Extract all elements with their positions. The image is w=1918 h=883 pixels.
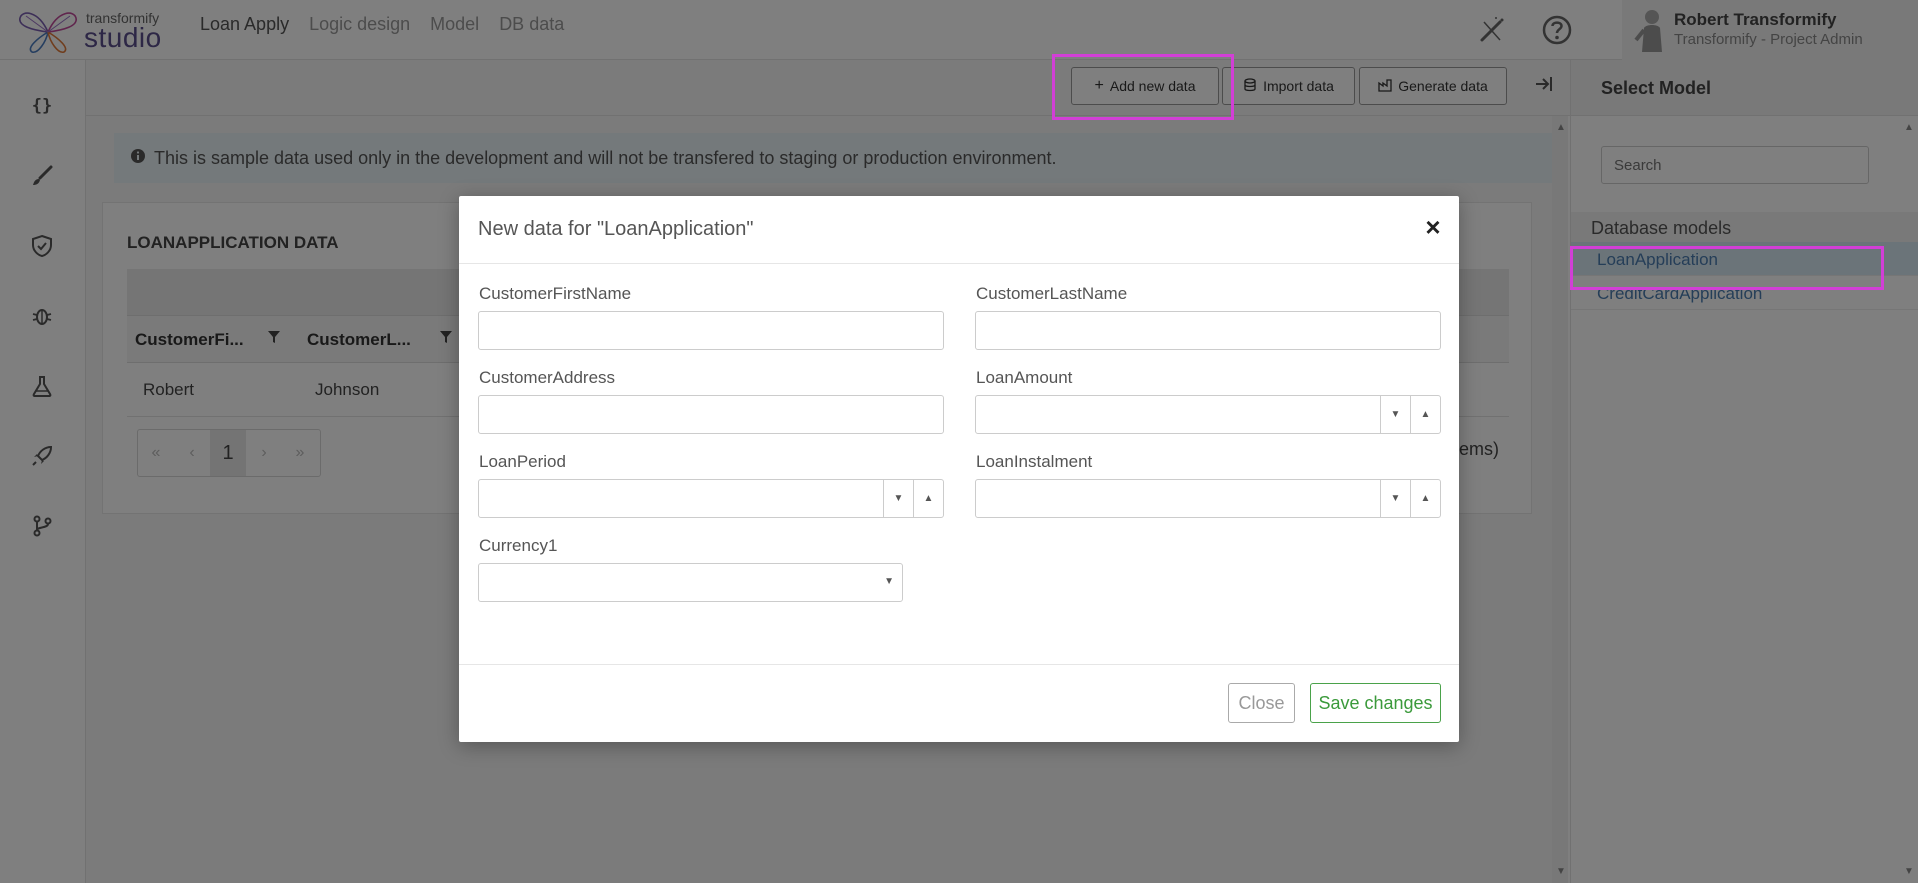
customer-last-name-input[interactable]	[975, 311, 1441, 350]
loan-instalment-input[interactable]	[976, 480, 1380, 517]
save-changes-button[interactable]: Save changes	[1310, 683, 1441, 723]
label-customer-last-name: CustomerLastName	[976, 284, 1128, 303]
increase-arrow-icon[interactable]: ▲	[1410, 480, 1440, 517]
new-data-modal: New data for "LoanApplication" × Custome…	[459, 196, 1459, 742]
highlight-box-add-new-data	[1052, 54, 1234, 120]
customer-address-input[interactable]	[478, 395, 944, 434]
modal-footer: Close Save changes	[459, 664, 1459, 742]
modal-title: New data for "LoanApplication"	[478, 218, 754, 240]
close-icon[interactable]: ×	[1421, 214, 1445, 240]
highlight-box-loanapplication	[1570, 246, 1884, 290]
loan-amount-stepper[interactable]: ▼ ▲	[975, 395, 1441, 434]
label-loan-instalment: LoanInstalment	[976, 452, 1093, 471]
decrease-arrow-icon[interactable]: ▼	[883, 480, 913, 517]
modal-header: New data for "LoanApplication" ×	[459, 196, 1459, 264]
label-customer-address: CustomerAddress	[479, 368, 616, 387]
increase-arrow-icon[interactable]: ▲	[1410, 396, 1440, 433]
increase-arrow-icon[interactable]: ▲	[913, 480, 943, 517]
label-loan-amount: LoanAmount	[976, 368, 1073, 387]
currency-select[interactable]: ▼	[478, 563, 903, 602]
decrease-arrow-icon[interactable]: ▼	[1380, 480, 1410, 517]
chevron-down-icon: ▼	[884, 576, 894, 587]
label-currency: Currency1	[479, 536, 558, 555]
loan-period-stepper[interactable]: ▼ ▲	[478, 479, 944, 518]
loan-amount-input[interactable]	[976, 396, 1380, 433]
label-customer-first-name: CustomerFirstName	[479, 284, 632, 303]
close-button[interactable]: Close	[1228, 683, 1295, 723]
loan-period-input[interactable]	[479, 480, 883, 517]
label-loan-period: LoanPeriod	[479, 452, 566, 471]
decrease-arrow-icon[interactable]: ▼	[1380, 396, 1410, 433]
customer-first-name-input[interactable]	[478, 311, 944, 350]
loan-instalment-stepper[interactable]: ▼ ▲	[975, 479, 1441, 518]
